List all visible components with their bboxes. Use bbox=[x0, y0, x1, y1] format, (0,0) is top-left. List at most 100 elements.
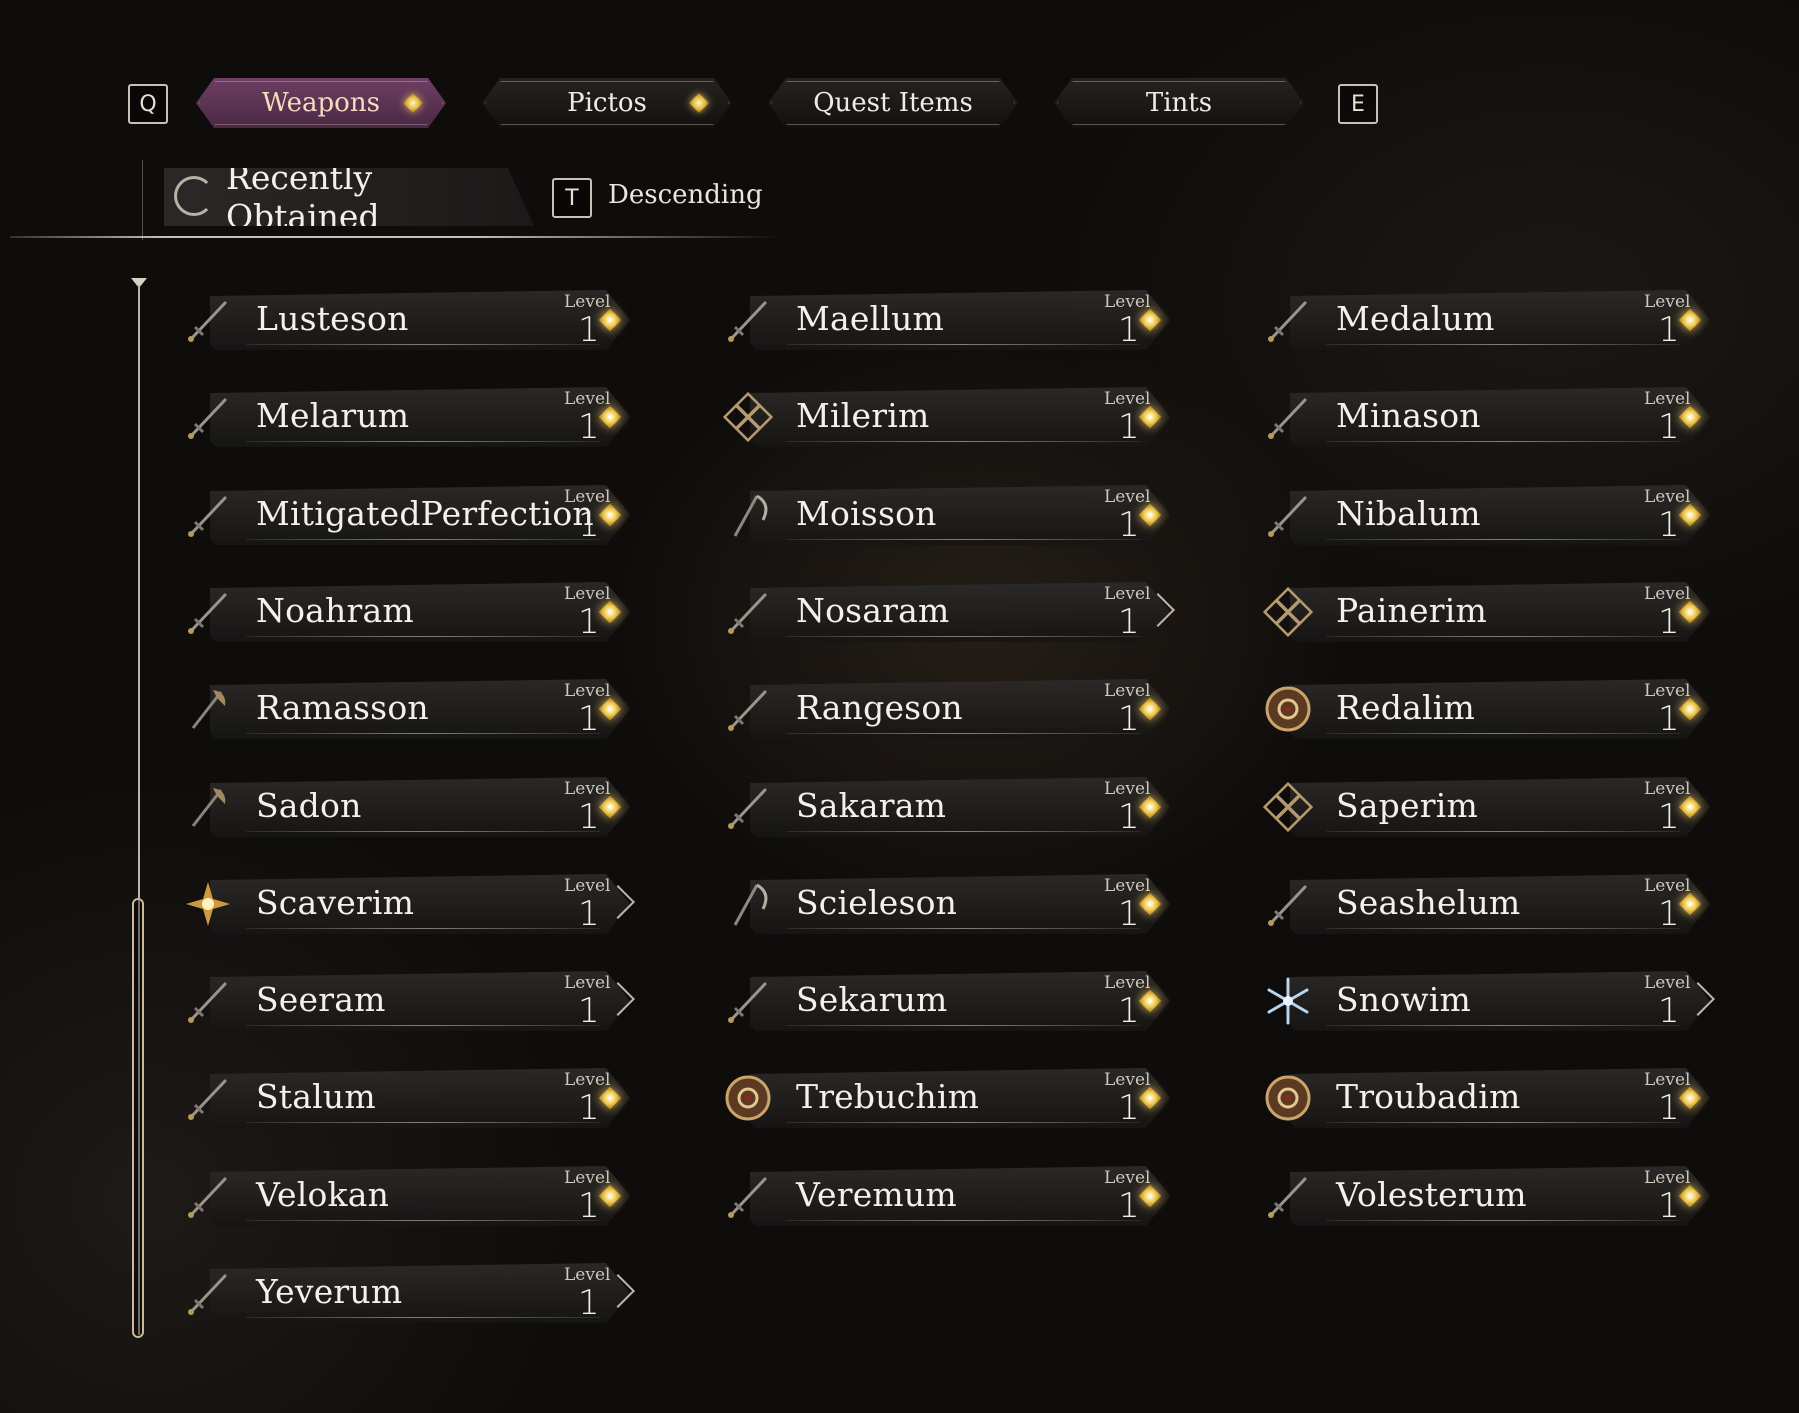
weapon-name: Volesterum bbox=[1336, 1175, 1527, 1214]
sort-icon bbox=[174, 176, 214, 216]
tab-quest-items[interactable]: Quest Items bbox=[768, 78, 1018, 128]
weapon-item[interactable]: Rangeson Level 1 bbox=[710, 671, 1200, 747]
next-tab-key[interactable]: E bbox=[1338, 84, 1378, 124]
sword-icon bbox=[720, 292, 776, 348]
tab-pictos-label: Pictos bbox=[567, 88, 647, 118]
sword-icon bbox=[1260, 487, 1316, 543]
weapon-name: Sekarum bbox=[796, 980, 948, 1019]
sword-icon bbox=[720, 584, 776, 640]
weapon-name: Melarum bbox=[256, 396, 410, 435]
weapon-name: Troubadim bbox=[1336, 1077, 1521, 1116]
weapon-name: MitigatedPerfection bbox=[256, 494, 594, 533]
weapon-name: Seashelum bbox=[1336, 883, 1521, 922]
weapon-item[interactable]: Snowim Level 1 bbox=[1250, 963, 1740, 1039]
prev-tab-key[interactable]: Q bbox=[128, 84, 168, 124]
sword-icon bbox=[180, 487, 236, 543]
weapon-name: Minason bbox=[1336, 396, 1481, 435]
sort-order-key[interactable]: T bbox=[552, 178, 592, 218]
sword-icon bbox=[180, 1070, 236, 1126]
sort-mode-button[interactable]: Recently Obtained bbox=[164, 168, 534, 226]
weapon-item[interactable]: Troubadim Level 1 bbox=[1250, 1060, 1740, 1136]
level-label: Level bbox=[1644, 973, 1691, 993]
weapon-item[interactable]: Seeram Level 1 bbox=[170, 963, 660, 1039]
level-label: Level bbox=[1644, 1168, 1691, 1188]
level-value: 1 bbox=[578, 505, 600, 545]
sword-icon bbox=[720, 681, 776, 737]
weapon-name: Trebuchim bbox=[796, 1077, 980, 1116]
weapon-item[interactable]: Scaverim Level 1 bbox=[170, 866, 660, 942]
weapon-item[interactable]: Painerim Level 1 bbox=[1250, 574, 1740, 650]
weapon-item[interactable]: Nosaram Level 1 bbox=[710, 574, 1200, 650]
weapon-item[interactable]: MitigatedPerfection Level 1 bbox=[170, 477, 660, 553]
weapon-item[interactable]: Lusteson Level 1 bbox=[170, 282, 660, 358]
weapon-name: Painerim bbox=[1336, 591, 1487, 630]
weapon-name: Nosaram bbox=[796, 591, 950, 630]
level-label: Level bbox=[1104, 1070, 1151, 1090]
weapon-name: Stalum bbox=[256, 1077, 376, 1116]
tab-weapons[interactable]: Weapons bbox=[196, 78, 446, 128]
weapon-item[interactable]: Melarum Level 1 bbox=[170, 379, 660, 455]
weapon-item[interactable]: Nibalum Level 1 bbox=[1250, 477, 1740, 553]
sword-icon bbox=[180, 1265, 236, 1321]
sword-icon bbox=[1260, 876, 1316, 932]
weapon-item[interactable]: Moisson Level 1 bbox=[710, 477, 1200, 553]
weapon-item[interactable]: Trebuchim Level 1 bbox=[710, 1060, 1200, 1136]
header-divider bbox=[10, 236, 780, 238]
weapon-item[interactable]: Ramasson Level 1 bbox=[170, 671, 660, 747]
level-label: Level bbox=[1104, 681, 1151, 701]
weapon-item[interactable]: Medalum Level 1 bbox=[1250, 282, 1740, 358]
medallion-icon bbox=[1260, 681, 1316, 737]
level-value: 1 bbox=[1118, 894, 1140, 934]
sword-icon bbox=[1260, 1168, 1316, 1224]
tab-tints[interactable]: Tints bbox=[1054, 78, 1304, 128]
sword-icon bbox=[1260, 292, 1316, 348]
level-value: 1 bbox=[1658, 699, 1680, 739]
new-indicator-icon bbox=[689, 93, 709, 113]
weapon-item[interactable]: Minason Level 1 bbox=[1250, 379, 1740, 455]
tab-weapons-label: Weapons bbox=[262, 88, 380, 118]
level-label: Level bbox=[1104, 779, 1151, 799]
weapon-item[interactable]: Yeverum Level 1 bbox=[170, 1255, 660, 1331]
level-label: Level bbox=[1104, 973, 1151, 993]
emblem-icon bbox=[1260, 584, 1316, 640]
level-value: 1 bbox=[1658, 602, 1680, 642]
weapon-item[interactable]: Milerim Level 1 bbox=[710, 379, 1200, 455]
level-value: 1 bbox=[1118, 991, 1140, 1031]
sword-icon bbox=[1260, 389, 1316, 445]
level-label: Level bbox=[1104, 1168, 1151, 1188]
level-value: 1 bbox=[1658, 505, 1680, 545]
weapon-item[interactable]: Sekarum Level 1 bbox=[710, 963, 1200, 1039]
level-label: Level bbox=[1644, 1070, 1691, 1090]
scythe-icon bbox=[720, 487, 776, 543]
level-label: Level bbox=[564, 681, 611, 701]
medallion-icon bbox=[1260, 1070, 1316, 1126]
weapon-item[interactable]: Scieleson Level 1 bbox=[710, 866, 1200, 942]
weapon-item[interactable]: Veremum Level 1 bbox=[710, 1158, 1200, 1234]
weapon-item[interactable]: Saperim Level 1 bbox=[1250, 769, 1740, 845]
level-value: 1 bbox=[1658, 991, 1680, 1031]
weapon-item[interactable]: Stalum Level 1 bbox=[170, 1060, 660, 1136]
weapon-name: Velokan bbox=[256, 1175, 390, 1214]
level-label: Level bbox=[564, 779, 611, 799]
scrollbar-thumb[interactable] bbox=[132, 898, 144, 1338]
level-value: 1 bbox=[578, 1283, 600, 1323]
weapon-item[interactable]: Seashelum Level 1 bbox=[1250, 866, 1740, 942]
weapon-item[interactable]: Sakaram Level 1 bbox=[710, 769, 1200, 845]
star-emblem-icon bbox=[180, 876, 236, 932]
weapon-item[interactable]: Velokan Level 1 bbox=[170, 1158, 660, 1234]
tab-pictos[interactable]: Pictos bbox=[482, 78, 732, 128]
level-value: 1 bbox=[1118, 1088, 1140, 1128]
scythe-icon bbox=[720, 876, 776, 932]
level-value: 1 bbox=[1658, 894, 1680, 934]
weapon-item[interactable]: Volesterum Level 1 bbox=[1250, 1158, 1740, 1234]
level-label: Level bbox=[564, 292, 611, 312]
weapon-name: Nibalum bbox=[1336, 494, 1481, 533]
weapon-item[interactable]: Redalim Level 1 bbox=[1250, 671, 1740, 747]
weapon-item[interactable]: Noahram Level 1 bbox=[170, 574, 660, 650]
sword-icon bbox=[180, 584, 236, 640]
level-label: Level bbox=[1104, 389, 1151, 409]
weapon-item[interactable]: Maellum Level 1 bbox=[710, 282, 1200, 358]
emblem-icon bbox=[720, 389, 776, 445]
weapon-item[interactable]: Sadon Level 1 bbox=[170, 769, 660, 845]
level-value: 1 bbox=[1118, 310, 1140, 350]
